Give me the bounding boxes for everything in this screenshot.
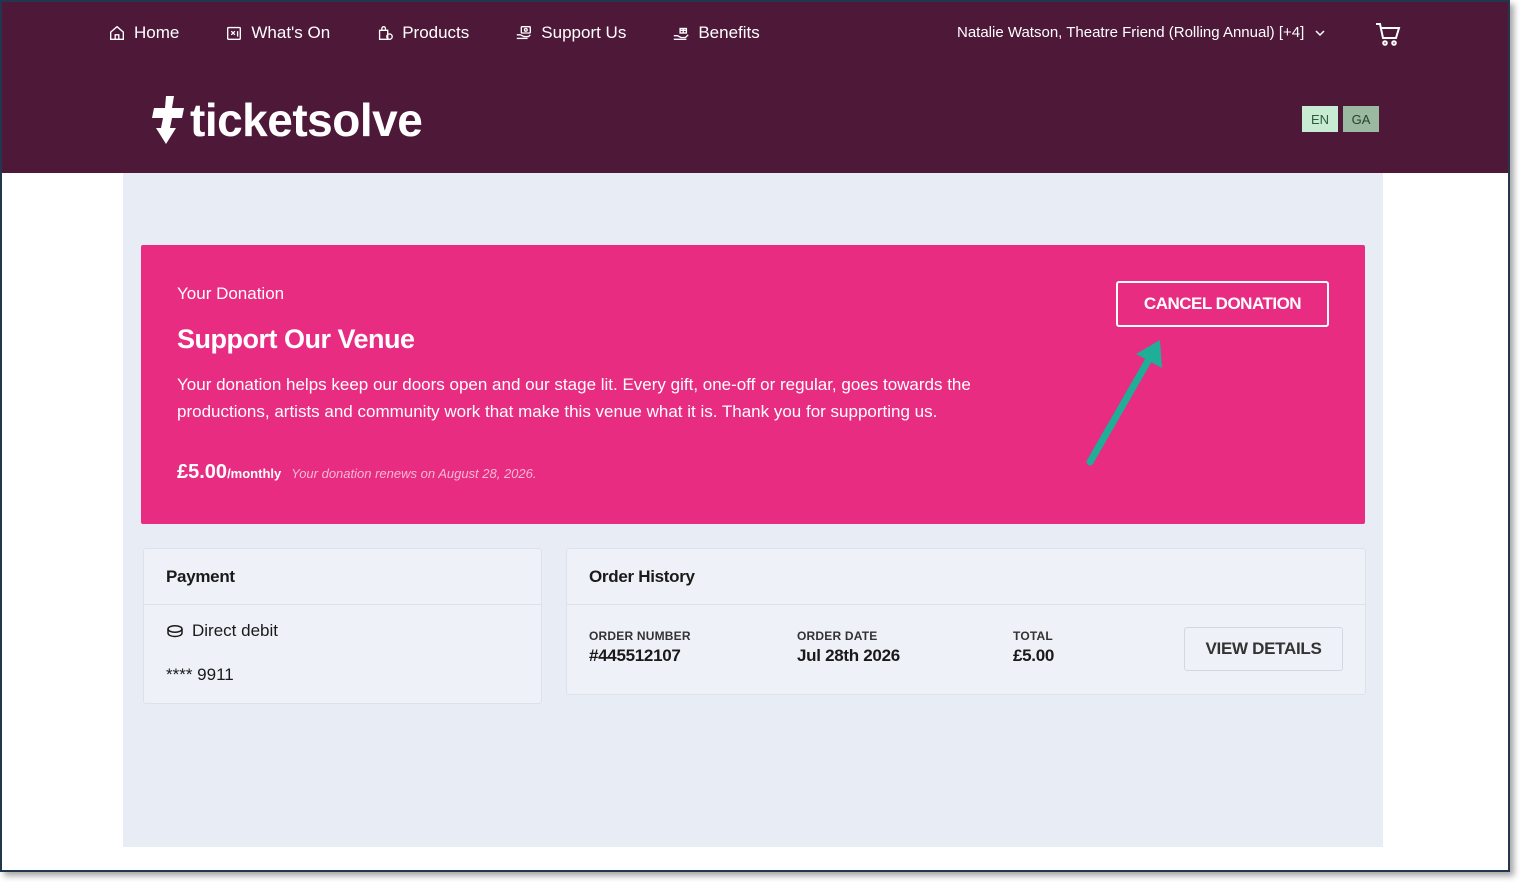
language-en-button[interactable]: EN xyxy=(1302,106,1338,132)
user-account-menu[interactable]: Natalie Watson, Theatre Friend (Rolling … xyxy=(957,24,1326,41)
donation-period: /monthly xyxy=(227,466,282,481)
order-date-label: ORDER DATE xyxy=(797,629,878,643)
order-total-value: £5.00 xyxy=(1013,646,1055,665)
donate-icon xyxy=(517,26,532,40)
payment-card: Payment Direct debit **** 9911 xyxy=(143,548,542,704)
nav-products-label: Products xyxy=(402,23,470,42)
order-date-column: ORDER DATE Jul 28th 2026 xyxy=(797,629,900,666)
order-history-card: Order History ORDER NUMBER #445512107 OR… xyxy=(566,548,1366,695)
donation-renewal-note: Your donation renews on August 28, 2026. xyxy=(291,466,537,481)
order-number-value: #445512107 xyxy=(589,646,681,665)
nav-benefits-label: Benefits xyxy=(698,23,760,42)
cart-icon[interactable] xyxy=(1374,20,1402,48)
nav-home-label: Home xyxy=(134,23,180,42)
donation-label: Your Donation xyxy=(177,284,285,303)
order-total-label: TOTAL xyxy=(1013,629,1053,643)
ticketsolve-logo[interactable]: ticketsolve xyxy=(148,94,423,146)
donation-amount: £5.00 xyxy=(177,461,228,483)
order-total-column: TOTAL £5.00 xyxy=(1013,629,1054,666)
donation-card: Your Donation Support Our Venue Your don… xyxy=(141,245,1365,524)
browser-viewport: Home What's On Products Support Us Benef… xyxy=(0,0,1510,872)
payment-method: Direct debit xyxy=(166,621,278,641)
donation-amount-row: £5.00 /monthly Your donation renews on A… xyxy=(177,461,537,484)
logo-wordmark: ticketsolve xyxy=(190,94,423,146)
nav-support-us-label: Support Us xyxy=(541,23,627,42)
chevron-down-icon xyxy=(1315,29,1325,36)
order-number-column: ORDER NUMBER #445512107 xyxy=(589,629,691,666)
coins-icon xyxy=(167,625,183,638)
annotation-arrow-icon xyxy=(1086,340,1162,466)
payment-card-title: Payment xyxy=(144,549,541,605)
nav-support-us[interactable]: Support Us xyxy=(515,20,626,46)
gift-hand-icon xyxy=(674,27,690,40)
home-icon xyxy=(110,25,124,40)
payment-method-label: Direct debit xyxy=(192,621,278,640)
order-history-title: Order History xyxy=(567,549,1365,605)
site-header: Home What's On Products Support Us Benef… xyxy=(2,2,1508,173)
nav-home[interactable]: Home xyxy=(108,20,179,46)
nav-products[interactable]: Products xyxy=(376,20,469,46)
cancel-donation-button[interactable]: CANCEL DONATION xyxy=(1116,281,1329,327)
main-nav: Home What's On Products Support Us Benef… xyxy=(108,20,806,46)
view-details-button[interactable]: VIEW DETAILS xyxy=(1184,627,1343,671)
nav-whats-on-label: What's On xyxy=(251,23,331,42)
order-number-label: ORDER NUMBER xyxy=(589,629,691,643)
order-date-value: Jul 28th 2026 xyxy=(797,646,900,665)
logo-mark-icon xyxy=(152,96,184,144)
nav-whats-on[interactable]: What's On xyxy=(225,20,330,46)
donation-title: Support Our Venue xyxy=(177,324,415,354)
payment-card-number: **** 9911 xyxy=(166,665,234,684)
shopping-bag-icon xyxy=(379,26,394,40)
calendar-icon xyxy=(227,26,242,40)
language-ga-button[interactable]: GA xyxy=(1343,106,1379,132)
user-name: Natalie Watson, Theatre Friend (Rolling … xyxy=(957,24,1305,41)
donation-description: Your donation helps keep our doors open … xyxy=(177,375,971,421)
nav-benefits[interactable]: Benefits xyxy=(672,20,760,46)
